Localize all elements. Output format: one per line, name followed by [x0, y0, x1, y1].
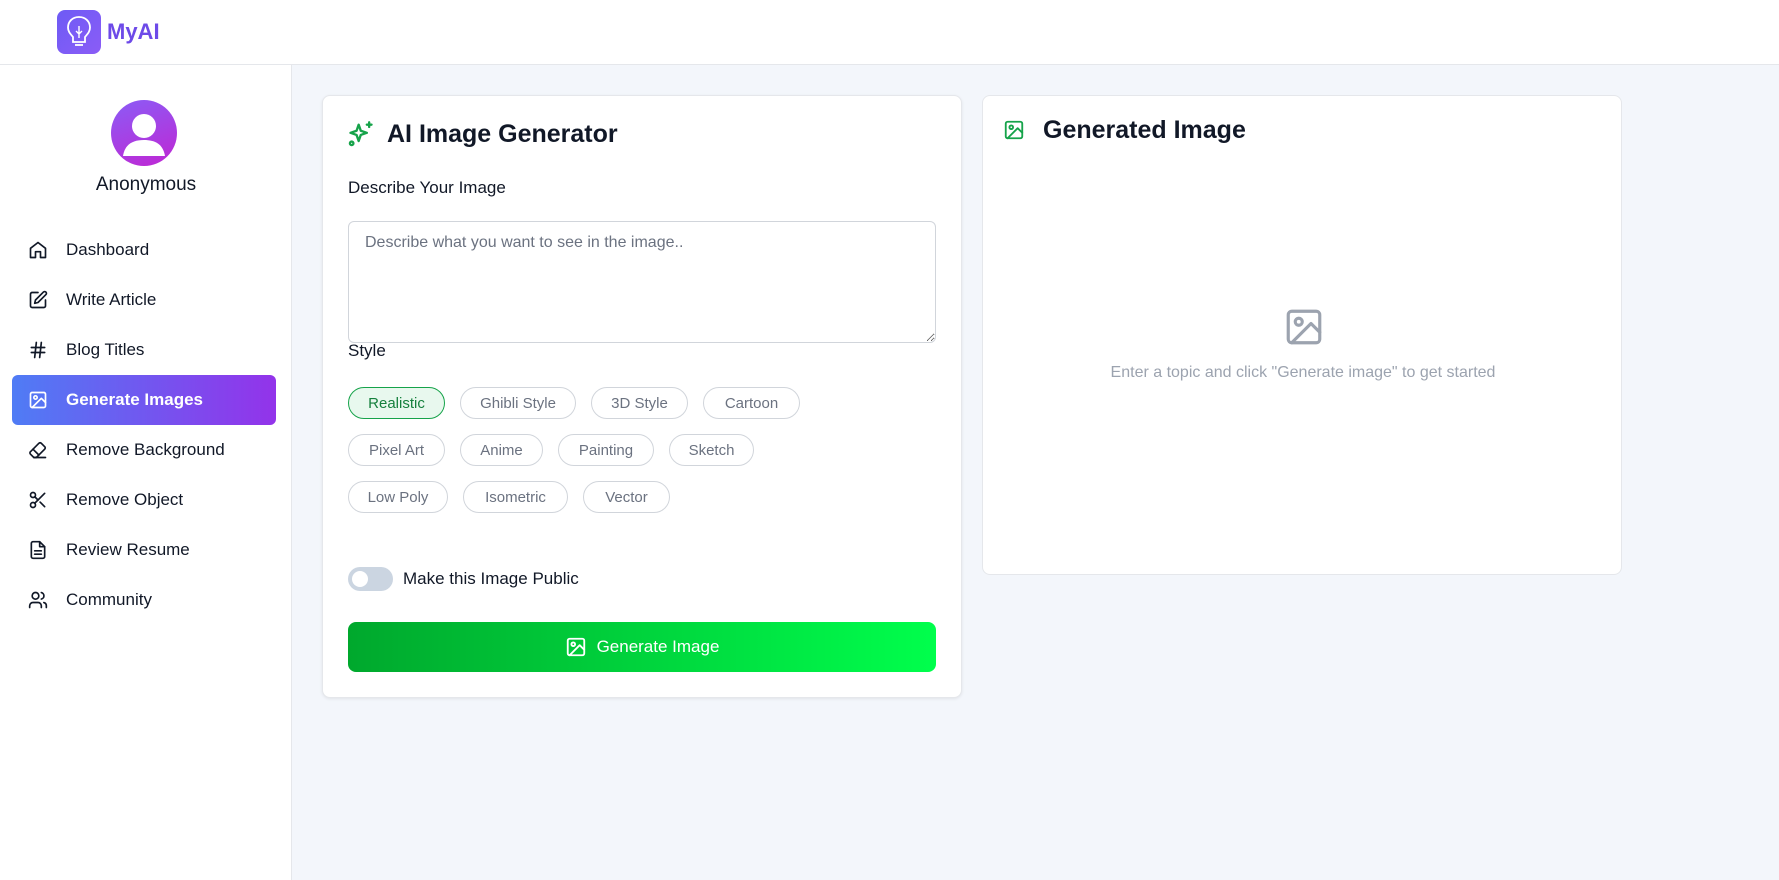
style-chip-anime[interactable]: Anime: [460, 434, 543, 466]
sidebar-item-label: Remove Object: [66, 490, 184, 509]
sidebar-item-community[interactable]: Community: [12, 575, 276, 625]
style-chip-vector[interactable]: Vector: [583, 481, 670, 513]
user-name: Anonymous: [95, 174, 197, 195]
style-chip-3d[interactable]: 3D Style: [591, 387, 688, 419]
generator-title: AI Image Generator: [387, 120, 618, 148]
image-icon: [1003, 119, 1025, 146]
prompt-input[interactable]: [348, 221, 936, 343]
app-name[interactable]: MyAI: [107, 19, 160, 45]
sidebar-item-label: Blog Titles: [66, 340, 145, 359]
public-toggle-label: Make this Image Public: [403, 569, 579, 588]
sidebar-item-blog-titles[interactable]: Blog Titles: [12, 325, 276, 375]
sidebar-item-label: Generate Images: [66, 390, 204, 409]
sparkles-icon: [347, 120, 375, 153]
sidebar-item-dashboard[interactable]: Dashboard: [12, 225, 276, 275]
sidebar-item-review-resume[interactable]: Review Resume: [12, 525, 276, 575]
generator-card: AI Image Generator Describe Your Image S…: [322, 95, 962, 698]
top-header: MyAI: [0, 0, 1779, 65]
hash-icon: [28, 340, 48, 360]
sidebar-item-remove-object[interactable]: Remove Object: [12, 475, 276, 525]
image-icon: [565, 636, 587, 658]
lightbulb-icon: [67, 16, 91, 46]
image-icon: [28, 390, 48, 410]
sidebar-item-label: Community: [66, 590, 152, 609]
logo[interactable]: [57, 10, 101, 54]
style-chip-painting[interactable]: Painting: [558, 434, 654, 466]
home-icon: [28, 240, 48, 260]
sidebar: Anonymous Dashboard Write Article Blog T…: [0, 65, 292, 880]
edit-icon: [28, 290, 48, 310]
main-content: AI Image Generator Describe Your Image S…: [292, 65, 1779, 880]
style-chip-cartoon[interactable]: Cartoon: [703, 387, 800, 419]
result-card: Generated Image Enter a topic and click …: [982, 95, 1622, 575]
style-chip-ghibli[interactable]: Ghibli Style: [460, 387, 576, 419]
sidebar-item-label: Dashboard: [66, 240, 150, 259]
prompt-label: Describe Your Image: [348, 178, 506, 197]
generate-button-label: Generate Image: [596, 637, 720, 656]
style-chip-pixel-art[interactable]: Pixel Art: [348, 434, 445, 466]
empty-state-message: Enter a topic and click "Generate image"…: [1110, 364, 1496, 381]
sidebar-item-remove-background[interactable]: Remove Background: [12, 425, 276, 475]
users-icon: [28, 590, 48, 610]
style-chip-realistic[interactable]: Realistic: [348, 387, 445, 419]
avatar[interactable]: [111, 100, 177, 166]
image-placeholder-icon: [1283, 306, 1325, 348]
file-text-icon: [28, 540, 48, 560]
generate-image-button[interactable]: Generate Image: [348, 622, 936, 672]
sidebar-item-write-article[interactable]: Write Article: [12, 275, 276, 325]
sidebar-item-generate-images[interactable]: Generate Images: [12, 375, 276, 425]
public-toggle[interactable]: [348, 567, 393, 591]
style-chip-low-poly[interactable]: Low Poly: [348, 481, 448, 513]
style-chip-isometric[interactable]: Isometric: [463, 481, 568, 513]
eraser-icon: [28, 440, 48, 460]
scissors-icon: [28, 490, 48, 510]
sidebar-item-label: Write Article: [66, 290, 157, 309]
sidebar-item-label: Remove Background: [66, 440, 225, 459]
style-chip-sketch[interactable]: Sketch: [669, 434, 754, 466]
result-title: Generated Image: [1043, 116, 1246, 144]
user-avatar-icon: [123, 114, 165, 156]
style-label: Style: [348, 341, 386, 360]
toggle-knob: [352, 571, 368, 587]
sidebar-item-label: Review Resume: [66, 540, 190, 559]
